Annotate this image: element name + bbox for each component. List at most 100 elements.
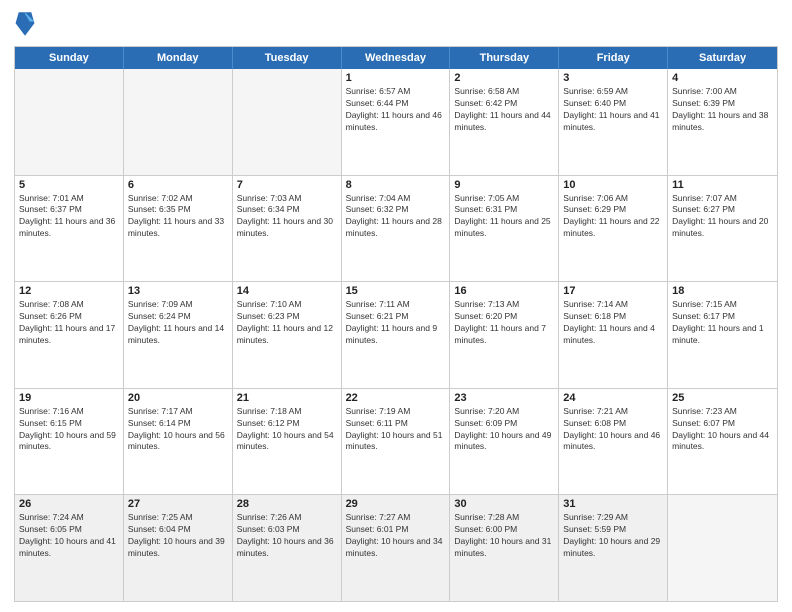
cell-info: Sunrise: 6:58 AMSunset: 6:42 PMDaylight:… xyxy=(454,86,554,134)
calendar-body: 1 Sunrise: 6:57 AMSunset: 6:44 PMDaylight… xyxy=(15,69,777,601)
day-number: 20 xyxy=(128,392,228,404)
day-number: 16 xyxy=(454,285,554,297)
weekday-header: Thursday xyxy=(450,47,559,69)
cell-info: Sunrise: 6:57 AMSunset: 6:44 PMDaylight:… xyxy=(346,86,446,134)
cell-info: Sunrise: 7:21 AMSunset: 6:08 PMDaylight:… xyxy=(563,406,663,454)
day-number: 12 xyxy=(19,285,119,297)
day-number: 2 xyxy=(454,72,554,84)
cell-info: Sunrise: 7:08 AMSunset: 6:26 PMDaylight:… xyxy=(19,299,119,347)
cell-info: Sunrise: 7:26 AMSunset: 6:03 PMDaylight:… xyxy=(237,512,337,560)
weekday-header: Friday xyxy=(559,47,668,69)
day-number: 23 xyxy=(454,392,554,404)
day-number: 7 xyxy=(237,179,337,191)
calendar-cell: 2 Sunrise: 6:58 AMSunset: 6:42 PMDaylight… xyxy=(450,69,559,175)
calendar-cell: 6 Sunrise: 7:02 AMSunset: 6:35 PMDaylight… xyxy=(124,176,233,282)
calendar-cell xyxy=(233,69,342,175)
calendar-cell: 27 Sunrise: 7:25 AMSunset: 6:04 PMDayligh… xyxy=(124,495,233,601)
cell-info: Sunrise: 7:04 AMSunset: 6:32 PMDaylight:… xyxy=(346,193,446,241)
cell-info: Sunrise: 7:03 AMSunset: 6:34 PMDaylight:… xyxy=(237,193,337,241)
calendar-header: SundayMondayTuesdayWednesdayThursdayFrid… xyxy=(15,47,777,69)
day-number: 31 xyxy=(563,498,663,510)
cell-info: Sunrise: 6:59 AMSunset: 6:40 PMDaylight:… xyxy=(563,86,663,134)
cell-info: Sunrise: 7:10 AMSunset: 6:23 PMDaylight:… xyxy=(237,299,337,347)
weekday-header: Sunday xyxy=(15,47,124,69)
day-number: 18 xyxy=(672,285,773,297)
cell-info: Sunrise: 7:13 AMSunset: 6:20 PMDaylight:… xyxy=(454,299,554,347)
day-number: 8 xyxy=(346,179,446,191)
cell-info: Sunrise: 7:05 AMSunset: 6:31 PMDaylight:… xyxy=(454,193,554,241)
day-number: 19 xyxy=(19,392,119,404)
calendar-cell: 22 Sunrise: 7:19 AMSunset: 6:11 PMDayligh… xyxy=(342,389,451,495)
calendar-cell: 30 Sunrise: 7:28 AMSunset: 6:00 PMDayligh… xyxy=(450,495,559,601)
calendar-cell: 18 Sunrise: 7:15 AMSunset: 6:17 PMDayligh… xyxy=(668,282,777,388)
day-number: 10 xyxy=(563,179,663,191)
calendar-cell: 5 Sunrise: 7:01 AMSunset: 6:37 PMDaylight… xyxy=(15,176,124,282)
calendar-cell: 9 Sunrise: 7:05 AMSunset: 6:31 PMDaylight… xyxy=(450,176,559,282)
day-number: 21 xyxy=(237,392,337,404)
day-number: 11 xyxy=(672,179,773,191)
header xyxy=(14,10,778,38)
day-number: 4 xyxy=(672,72,773,84)
cell-info: Sunrise: 7:20 AMSunset: 6:09 PMDaylight:… xyxy=(454,406,554,454)
cell-info: Sunrise: 7:01 AMSunset: 6:37 PMDaylight:… xyxy=(19,193,119,241)
day-number: 14 xyxy=(237,285,337,297)
calendar-cell: 28Sunrise: 7:26 AMSunset: 6:03 PMDayligh… xyxy=(233,495,342,601)
calendar-cell: 17 Sunrise: 7:14 AMSunset: 6:18 PMDayligh… xyxy=(559,282,668,388)
calendar-row: 5 Sunrise: 7:01 AMSunset: 6:37 PMDaylight… xyxy=(15,176,777,283)
calendar-cell: 13 Sunrise: 7:09 AMSunset: 6:24 PMDayligh… xyxy=(124,282,233,388)
calendar-cell: 15 Sunrise: 7:11 AMSunset: 6:21 PMDayligh… xyxy=(342,282,451,388)
day-number: 6 xyxy=(128,179,228,191)
calendar-cell: 23 Sunrise: 7:20 AMSunset: 6:09 PMDayligh… xyxy=(450,389,559,495)
cell-info: Sunrise: 7:09 AMSunset: 6:24 PMDaylight:… xyxy=(128,299,228,347)
calendar-cell: 31 Sunrise: 7:29 AMSunset: 5:59 PMDayligh… xyxy=(559,495,668,601)
cell-info: Sunrise: 7:17 AMSunset: 6:14 PMDaylight:… xyxy=(128,406,228,454)
cell-info: Sunrise: 7:18 AMSunset: 6:12 PMDaylight:… xyxy=(237,406,337,454)
calendar-cell: 20 Sunrise: 7:17 AMSunset: 6:14 PMDayligh… xyxy=(124,389,233,495)
day-number: 22 xyxy=(346,392,446,404)
cell-info: Sunrise: 7:27 AMSunset: 6:01 PMDaylight:… xyxy=(346,512,446,560)
logo-icon xyxy=(14,10,36,38)
day-number: 9 xyxy=(454,179,554,191)
day-number: 30 xyxy=(454,498,554,510)
cell-info: Sunrise: 7:23 AMSunset: 6:07 PMDaylight:… xyxy=(672,406,773,454)
cell-info: Sunrise: 7:28 AMSunset: 6:00 PMDaylight:… xyxy=(454,512,554,560)
calendar-row: 12 Sunrise: 7:08 AMSunset: 6:26 PMDayligh… xyxy=(15,282,777,389)
cell-info: Sunrise: 7:14 AMSunset: 6:18 PMDaylight:… xyxy=(563,299,663,347)
cell-info: Sunrise: 7:02 AMSunset: 6:35 PMDaylight:… xyxy=(128,193,228,241)
weekday-header: Tuesday xyxy=(233,47,342,69)
calendar-cell: 11Sunrise: 7:07 AMSunset: 6:27 PMDayligh… xyxy=(668,176,777,282)
day-number: 29 xyxy=(346,498,446,510)
calendar-cell: 16 Sunrise: 7:13 AMSunset: 6:20 PMDayligh… xyxy=(450,282,559,388)
calendar: SundayMondayTuesdayWednesdayThursdayFrid… xyxy=(14,46,778,602)
calendar-cell: 12 Sunrise: 7:08 AMSunset: 6:26 PMDayligh… xyxy=(15,282,124,388)
weekday-header: Wednesday xyxy=(342,47,451,69)
calendar-cell: 10Sunrise: 7:06 AMSunset: 6:29 PMDayligh… xyxy=(559,176,668,282)
calendar-cell: 8 Sunrise: 7:04 AMSunset: 6:32 PMDaylight… xyxy=(342,176,451,282)
weekday-header: Saturday xyxy=(668,47,777,69)
day-number: 3 xyxy=(563,72,663,84)
calendar-row: 1 Sunrise: 6:57 AMSunset: 6:44 PMDaylight… xyxy=(15,69,777,176)
calendar-cell: 1 Sunrise: 6:57 AMSunset: 6:44 PMDaylight… xyxy=(342,69,451,175)
day-number: 17 xyxy=(563,285,663,297)
calendar-cell: 19Sunrise: 7:16 AMSunset: 6:15 PMDayligh… xyxy=(15,389,124,495)
day-number: 15 xyxy=(346,285,446,297)
cell-info: Sunrise: 7:29 AMSunset: 5:59 PMDaylight:… xyxy=(563,512,663,560)
weekday-header: Monday xyxy=(124,47,233,69)
day-number: 5 xyxy=(19,179,119,191)
cell-info: Sunrise: 7:25 AMSunset: 6:04 PMDaylight:… xyxy=(128,512,228,560)
calendar-cell: 7 Sunrise: 7:03 AMSunset: 6:34 PMDaylight… xyxy=(233,176,342,282)
cell-info: Sunrise: 7:19 AMSunset: 6:11 PMDaylight:… xyxy=(346,406,446,454)
day-number: 13 xyxy=(128,285,228,297)
calendar-cell: 29 Sunrise: 7:27 AMSunset: 6:01 PMDayligh… xyxy=(342,495,451,601)
day-number: 1 xyxy=(346,72,446,84)
day-number: 27 xyxy=(128,498,228,510)
calendar-cell: 4Sunrise: 7:00 AMSunset: 6:39 PMDaylight… xyxy=(668,69,777,175)
calendar-cell xyxy=(15,69,124,175)
calendar-cell: 21 Sunrise: 7:18 AMSunset: 6:12 PMDayligh… xyxy=(233,389,342,495)
calendar-cell: 14 Sunrise: 7:10 AMSunset: 6:23 PMDayligh… xyxy=(233,282,342,388)
calendar-cell xyxy=(124,69,233,175)
cell-info: Sunrise: 7:11 AMSunset: 6:21 PMDaylight:… xyxy=(346,299,446,347)
calendar-cell: 3 Sunrise: 6:59 AMSunset: 6:40 PMDaylight… xyxy=(559,69,668,175)
calendar-cell: 24Sunrise: 7:21 AMSunset: 6:08 PMDayligh… xyxy=(559,389,668,495)
cell-info: Sunrise: 7:15 AMSunset: 6:17 PMDaylight:… xyxy=(672,299,773,347)
